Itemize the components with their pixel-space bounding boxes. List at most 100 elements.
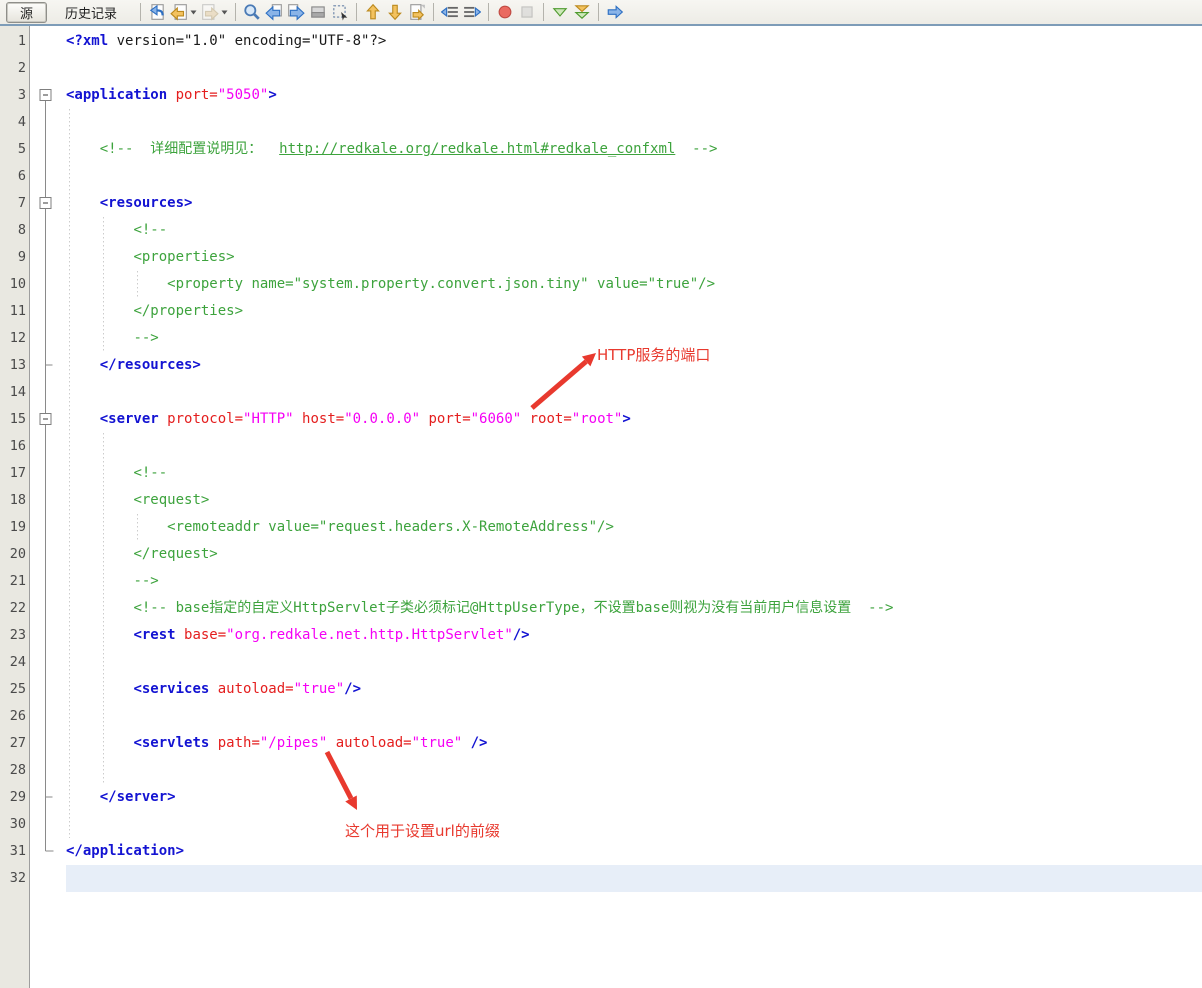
rectangular-selection-icon[interactable] <box>329 1 351 23</box>
code-line-8[interactable]: <!-- <box>66 217 893 244</box>
code-token: port= <box>420 411 471 427</box>
code-line-28[interactable] <box>66 757 893 784</box>
toolbar-separator <box>543 3 544 21</box>
comment-link[interactable]: http://redkale.org/redkale.html#redkale_… <box>279 141 675 157</box>
code-token <box>66 411 100 427</box>
line-number: 28 <box>0 757 26 784</box>
code-line-22[interactable]: <!-- base指定的自定义HttpServlet子类必须标记@HttpUse… <box>66 595 893 622</box>
line-number: 31 <box>0 838 26 865</box>
code-token: root= <box>521 411 572 427</box>
code-line-18[interactable]: <request> <box>66 487 893 514</box>
next-bookmark-icon[interactable] <box>384 1 406 23</box>
annotation-text-2: 这个用于设置url的前缀 <box>345 820 500 841</box>
annotation-text-1: HTTP服务的端口 <box>597 344 710 365</box>
line-number: 20 <box>0 541 26 568</box>
previous-occurrence-icon[interactable] <box>263 1 285 23</box>
code-token: /> <box>462 735 487 751</box>
line-number: 10 <box>0 271 26 298</box>
code-line-23[interactable]: <rest base="org.redkale.net.http.HttpSer… <box>66 622 893 649</box>
code-editor[interactable]: 1234567891011121314151617181920212223242… <box>0 26 1202 988</box>
toolbar-separator <box>488 3 489 21</box>
code-line-16[interactable] <box>66 433 893 460</box>
tab-history[interactable]: 历史记录 <box>51 2 131 23</box>
fold-toggle[interactable] <box>40 90 51 101</box>
tab-source[interactable]: 源 <box>6 2 47 23</box>
expand-fold-icon[interactable] <box>571 1 593 23</box>
jump-next-icon[interactable] <box>604 1 626 23</box>
fold-toggle[interactable] <box>40 198 51 209</box>
code-token: <services <box>133 681 209 697</box>
collapse-fold-icon[interactable] <box>549 1 571 23</box>
code-line-5[interactable]: <!-- 详细配置说明见： http://redkale.org/redkale… <box>66 136 893 163</box>
code-token: <!-- <box>133 465 167 481</box>
forward-dropdown-icon[interactable] <box>221 1 230 23</box>
code-token <box>66 330 133 346</box>
code-line-4[interactable] <box>66 109 893 136</box>
code-token: protocol= <box>159 411 243 427</box>
previous-bookmark-icon[interactable] <box>362 1 384 23</box>
line-number: 30 <box>0 811 26 838</box>
code-line-29[interactable]: </server> <box>66 784 893 811</box>
code-token: <?xml <box>66 33 108 49</box>
toggle-bookmark-icon[interactable] <box>406 1 428 23</box>
code-token: </application> <box>66 843 184 859</box>
jump-last-edit-icon[interactable] <box>146 1 168 23</box>
code-line-17[interactable]: <!-- <box>66 460 893 487</box>
back-dropdown-icon[interactable] <box>190 1 199 23</box>
code-line-3[interactable]: <application port="5050"> <box>66 82 893 109</box>
code-line-1[interactable]: <?xml version="1.0" encoding="UTF-8"?> <box>66 28 893 55</box>
code-token <box>66 249 133 265</box>
code-token <box>66 546 133 562</box>
code-token: "5050" <box>218 87 269 103</box>
code-token <box>66 600 133 616</box>
line-number: 16 <box>0 433 26 460</box>
line-number: 27 <box>0 730 26 757</box>
code-token: </properties> <box>133 303 243 319</box>
code-line-21[interactable]: --> <box>66 568 893 595</box>
toolbar-separator <box>235 3 236 21</box>
code-line-7[interactable]: <resources> <box>66 190 893 217</box>
code-token <box>66 519 167 535</box>
shift-line-left-icon[interactable] <box>439 1 461 23</box>
toggle-highlight-icon[interactable] <box>307 1 329 23</box>
line-number: 6 <box>0 163 26 190</box>
shift-line-right-icon[interactable] <box>461 1 483 23</box>
code-line-13[interactable]: </resources> <box>66 352 893 379</box>
code-line-6[interactable] <box>66 163 893 190</box>
code-token: <application <box>66 87 167 103</box>
code-line-25[interactable]: <services autoload="true"/> <box>66 676 893 703</box>
code-line-27[interactable]: <servlets path="/pipes" autoload="true" … <box>66 730 893 757</box>
code-token: path= <box>209 735 260 751</box>
code-token: </server> <box>100 789 176 805</box>
code-token <box>66 735 133 751</box>
code-line-32[interactable] <box>66 865 893 892</box>
code-line-20[interactable]: </request> <box>66 541 893 568</box>
fold-toggle[interactable] <box>40 414 51 425</box>
code-token <box>66 276 167 292</box>
editor-toolbar: 源 历史记录 <box>0 0 1202 26</box>
code-token <box>66 357 100 373</box>
find-selection-icon[interactable] <box>241 1 263 23</box>
stop-macro-icon[interactable] <box>516 1 538 23</box>
code-line-26[interactable] <box>66 703 893 730</box>
code-token: --> <box>133 573 158 589</box>
code-line-10[interactable]: <property name="system.property.convert.… <box>66 271 893 298</box>
forward-icon[interactable] <box>199 1 221 23</box>
code-line-2[interactable] <box>66 55 893 82</box>
code-line-24[interactable] <box>66 649 893 676</box>
code-line-9[interactable]: <properties> <box>66 244 893 271</box>
record-macro-icon[interactable] <box>494 1 516 23</box>
code-token: --> <box>133 330 158 346</box>
code-token: <property name="system.property.convert.… <box>167 276 715 292</box>
code-line-11[interactable]: </properties> <box>66 298 893 325</box>
code-token: --> <box>675 141 717 157</box>
code-line-14[interactable] <box>66 379 893 406</box>
code-line-19[interactable]: <remoteaddr value="request.headers.X-Rem… <box>66 514 893 541</box>
next-occurrence-icon[interactable] <box>285 1 307 23</box>
code-token: <rest <box>133 627 175 643</box>
code-line-31[interactable]: </application> <box>66 838 893 865</box>
code-line-15[interactable]: <server protocol="HTTP" host="0.0.0.0" p… <box>66 406 893 433</box>
back-icon[interactable] <box>168 1 190 23</box>
code-line-12[interactable]: --> <box>66 325 893 352</box>
code-area[interactable]: <?xml version="1.0" encoding="UTF-8"?> <a… <box>66 28 893 892</box>
